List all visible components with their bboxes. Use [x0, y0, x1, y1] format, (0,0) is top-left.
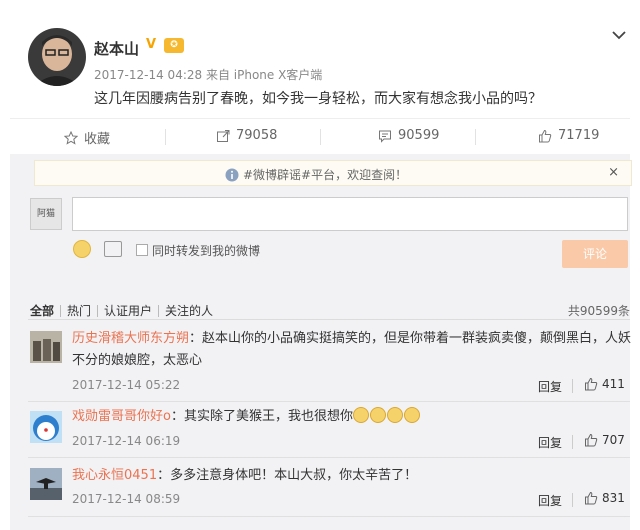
author-name[interactable]: 赵本山: [94, 38, 139, 59]
total-comment-count: 共90599条: [567, 304, 630, 318]
favorite-button[interactable]: 收藏: [64, 128, 110, 147]
like-count: 71719: [558, 128, 600, 143]
repost-checkbox[interactable]: [136, 244, 148, 256]
comment-username[interactable]: 戏勋雷哥哥你好o: [72, 409, 171, 424]
info-icon: [225, 168, 239, 181]
comment-input[interactable]: [72, 197, 628, 231]
author-avatar[interactable]: [28, 28, 86, 86]
tab-verified[interactable]: 认证用户: [98, 302, 158, 319]
comment-button[interactable]: 90599: [378, 128, 439, 143]
post-text: 这几年因腰病告别了春晚，如今我一身轻松，而大家有想念我小品的吗？: [94, 91, 542, 107]
comment-username[interactable]: 我心永恒0451: [72, 468, 157, 483]
sad-emoji-icon: [352, 407, 369, 423]
action-divider: [572, 493, 573, 507]
comment-text: 历史滑稽大师东方朔：赵本山你的小品确实挺搞笑的，但是你带着一群装疯卖傻，颠倒黑白…: [72, 328, 634, 372]
repost-checkbox-label: 同时转发到我的微博: [152, 244, 261, 258]
comment-text: 戏勋雷哥哥你好o：其实除了美猴王，我也很想你: [72, 406, 634, 428]
my-avatar: 阿猫: [30, 198, 62, 230]
comment-icon: [379, 130, 391, 143]
divider: [28, 457, 630, 458]
action-divider: [572, 379, 573, 393]
thumbs-up-icon: [585, 433, 598, 447]
thumbs-up-icon: [585, 491, 598, 505]
action-divider: [320, 129, 321, 145]
repost-icon: [217, 129, 230, 142]
divider: [28, 319, 630, 320]
thumbs-up-icon: [585, 377, 598, 391]
commenter-avatar[interactable]: [30, 411, 62, 443]
comment-body: ：其实除了美猴王，我也很想你: [170, 409, 353, 424]
notice-link[interactable]: #微博辟谣#平台，欢迎查阅！: [225, 166, 407, 183]
tab-hot[interactable]: 热门: [61, 302, 97, 319]
comment-time: 2017-12-14 06:19: [72, 434, 181, 448]
divider: [28, 516, 630, 517]
thumbs-up-icon: [539, 129, 552, 142]
action-divider: [572, 435, 573, 449]
divider: [28, 401, 630, 402]
sad-emoji-icon: [386, 407, 403, 423]
repost-button[interactable]: 79058: [216, 128, 277, 143]
sad-emoji-icon: [403, 407, 420, 423]
action-divider: [165, 129, 166, 145]
comment-time: 2017-12-14 05:22: [72, 378, 181, 392]
reply-button[interactable]: 回复: [538, 434, 562, 451]
image-icon[interactable]: [104, 241, 122, 257]
action-divider: [475, 129, 476, 145]
comment-body: ：多多注意身体吧！本山大叔，你太辛苦了！: [157, 468, 418, 483]
chevron-down-icon[interactable]: [612, 30, 626, 40]
submit-comment-button[interactable]: 评论: [562, 240, 628, 268]
tab-all[interactable]: 全部: [30, 302, 60, 319]
comment-like-count: 411: [602, 377, 625, 391]
post-meta: 2017-12-14 04:28 来自 iPhone X客户端: [94, 68, 323, 82]
favorite-label: 收藏: [84, 132, 111, 147]
commenter-avatar[interactable]: [30, 468, 62, 500]
reply-button[interactable]: 回复: [538, 378, 562, 395]
emoji-icon[interactable]: [73, 240, 91, 258]
comment-like-button[interactable]: 411: [584, 377, 625, 391]
comment-text: 我心永恒0451：多多注意身体吧！本山大叔，你太辛苦了！: [72, 465, 634, 487]
sad-emoji-icon: [369, 407, 386, 423]
like-button[interactable]: 71719: [538, 128, 599, 143]
verified-icon: V: [146, 37, 157, 52]
comment-like-count: 831: [602, 491, 625, 505]
comment-like-count: 707: [602, 433, 625, 447]
comment-time: 2017-12-14 08:59: [72, 492, 181, 506]
reply-button[interactable]: 回复: [538, 492, 562, 509]
notice-text: #微博辟谣#平台，欢迎查阅！: [243, 168, 408, 182]
comment-username[interactable]: 历史滑稽大师东方朔: [72, 331, 189, 346]
comment-filter-tabs: 全部 热门 认证用户 关注的人: [30, 302, 219, 319]
member-badge-icon: ✪: [164, 38, 184, 53]
comment-like-button[interactable]: 707: [584, 433, 625, 447]
star-icon: [64, 130, 78, 145]
tab-following[interactable]: 关注的人: [159, 302, 219, 319]
repost-count: 79058: [236, 128, 278, 143]
commenter-avatar[interactable]: [30, 331, 62, 363]
close-icon[interactable]: ×: [608, 165, 619, 180]
comment-count: 90599: [398, 128, 440, 143]
comment-like-button[interactable]: 831: [584, 491, 625, 505]
post-action-bar: 收藏 79058 90599 71719: [10, 118, 630, 154]
rumor-notice-bar: #微博辟谣#平台，欢迎查阅！ ×: [34, 160, 632, 186]
